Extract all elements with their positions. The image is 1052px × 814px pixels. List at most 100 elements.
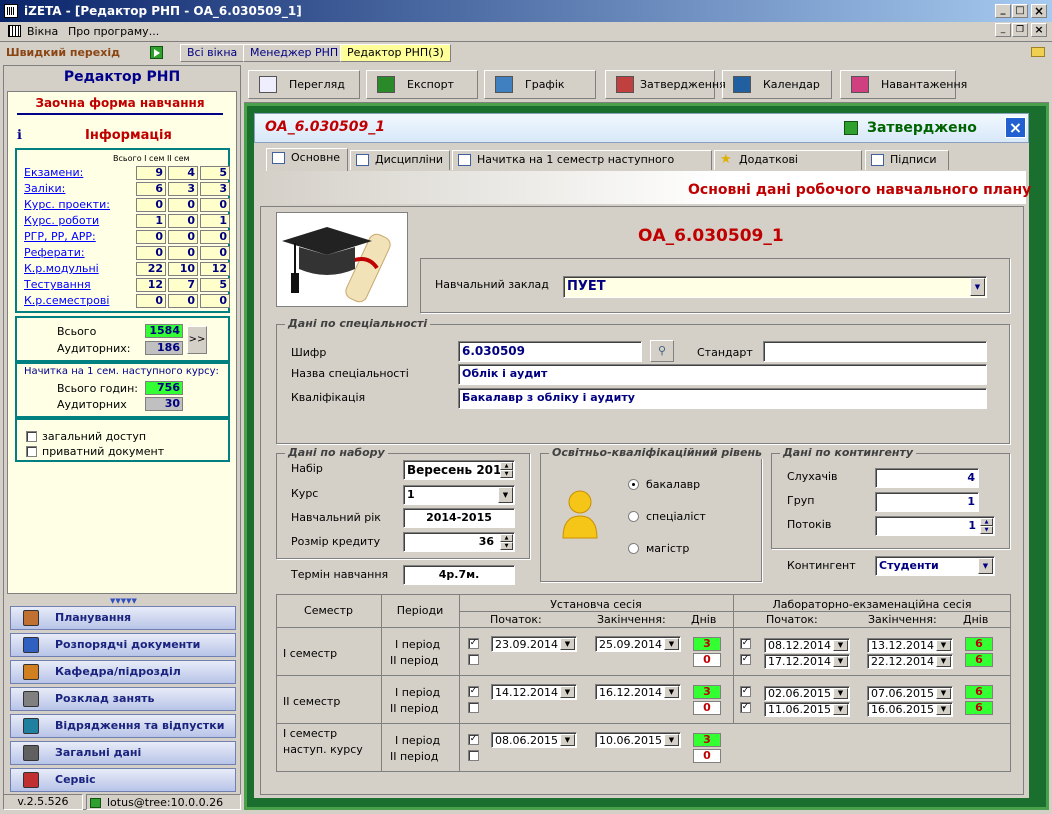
- specname-field[interactable]: Облік і аудит: [458, 364, 987, 385]
- credit-spinner[interactable]: 36 ▲ ▼: [403, 532, 515, 552]
- doc-close-button[interactable]: ×: [1005, 117, 1026, 138]
- chevron-down-icon[interactable]: ▼: [498, 487, 513, 503]
- nav-button-6[interactable]: Сервіс: [10, 768, 236, 792]
- chevron-down-icon[interactable]: ▼: [936, 688, 951, 699]
- setup-p1-checkbox[interactable]: ✓: [468, 686, 479, 697]
- chevron-down-icon[interactable]: ▼: [970, 278, 985, 296]
- doc-tab-1[interactable]: Дисципліни: [350, 150, 450, 170]
- chevron-down-icon[interactable]: ▼: [833, 704, 848, 715]
- public-checkbox[interactable]: [26, 431, 37, 442]
- qualification-field[interactable]: Бакалавр з обліку і аудиту: [458, 388, 987, 409]
- lab-start-date-p2[interactable]: 11.06.2015 ▼: [764, 702, 850, 717]
- chevron-down-icon[interactable]: ▼: [664, 734, 679, 746]
- intake-spinner[interactable]: Вересень 2014 ▲ ▼: [403, 460, 515, 480]
- chevron-down-icon[interactable]: ▼: [936, 640, 951, 651]
- course-select[interactable]: 1 ▼: [403, 485, 515, 505]
- lab-end-date-p1[interactable]: 13.12.2014 ▼: [867, 638, 953, 653]
- doc-tab-0[interactable]: Основне: [266, 148, 348, 171]
- lab-start-date-p2[interactable]: 17.12.2014 ▼: [764, 654, 850, 669]
- info-row-label[interactable]: К.р.модульні: [24, 262, 99, 275]
- setup-start-date[interactable]: 23.09.2014 ▼: [491, 636, 577, 652]
- year-field[interactable]: 2014-2015: [403, 508, 515, 528]
- toolbar-button-4[interactable]: Календар: [722, 70, 832, 99]
- doc-tab-3[interactable]: ★ Додаткові відомості: [714, 150, 862, 184]
- setup-end-date[interactable]: 16.12.2014 ▼: [595, 684, 681, 700]
- chevron-down-icon[interactable]: ▼: [664, 638, 679, 650]
- private-checkbox[interactable]: [26, 446, 37, 457]
- setup-p1-checkbox[interactable]: ✓: [468, 638, 479, 649]
- toolbar-button-3[interactable]: Затвердження: [605, 70, 726, 99]
- setup-start-date[interactable]: 14.12.2014 ▼: [491, 684, 577, 700]
- splitter-handle[interactable]: ▼▼▼▼▼: [110, 597, 137, 605]
- lab-end-date-p2[interactable]: 22.12.2014 ▼: [867, 654, 953, 669]
- students-field[interactable]: 4: [875, 468, 979, 488]
- toolbar-button-0[interactable]: Перегляд: [248, 70, 360, 99]
- cipher-field[interactable]: 6.030509: [458, 341, 642, 362]
- tab-all-windows[interactable]: Всі вікна: [180, 44, 245, 62]
- setup-end-date[interactable]: 10.06.2015 ▼: [595, 732, 681, 748]
- setup-p2-checkbox[interactable]: [468, 702, 479, 713]
- spinner-arrows-icon[interactable]: ▲ ▼: [500, 534, 513, 550]
- nav-button-5[interactable]: Загальні дані: [10, 741, 236, 765]
- lab-end-date-p1[interactable]: 07.06.2015 ▼: [867, 686, 953, 701]
- level-specialist-radio[interactable]: [628, 511, 639, 522]
- info-row-label[interactable]: Реферати:: [24, 246, 85, 259]
- setup-start-date[interactable]: 08.06.2015 ▼: [491, 732, 577, 748]
- lab-start-date-p1[interactable]: 02.06.2015 ▼: [764, 686, 850, 701]
- contingent-select[interactable]: Студенти ▼: [875, 556, 995, 576]
- lab-end-date-p2[interactable]: 16.06.2015 ▼: [867, 702, 953, 717]
- setup-p2-checkbox[interactable]: [468, 750, 479, 761]
- doc-tab-2[interactable]: Начитка на 1 семестр наступного курсу: [452, 150, 712, 184]
- info-row-label[interactable]: Курс. роботи: [24, 214, 99, 227]
- lab-p1-checkbox[interactable]: ✓: [740, 638, 751, 649]
- info-row-label[interactable]: Тестування: [24, 278, 91, 291]
- info-row-label[interactable]: Заліки:: [24, 182, 65, 195]
- info-row-label[interactable]: РГР, РР, АРР:: [24, 230, 96, 243]
- institution-select[interactable]: ПУЕТ ▼: [563, 276, 987, 298]
- menu-about[interactable]: Про програму...: [68, 25, 159, 38]
- pick-cipher-button[interactable]: ⚲: [650, 340, 674, 362]
- chevron-down-icon[interactable]: ▼: [833, 688, 848, 699]
- nav-button-3[interactable]: Розклад занять: [10, 687, 236, 711]
- lab-p2-checkbox[interactable]: ✓: [740, 654, 751, 665]
- setup-p1-checkbox[interactable]: ✓: [468, 734, 479, 745]
- lab-start-date-p1[interactable]: 08.12.2014 ▼: [764, 638, 850, 653]
- term-field[interactable]: 4р.7м.: [403, 565, 515, 585]
- tab-rnp-manager[interactable]: Менеджер РНП: [243, 44, 346, 62]
- info-row-label[interactable]: Курс. проекти:: [24, 198, 110, 211]
- mdi-restore-button[interactable]: ❐: [1012, 23, 1028, 37]
- chevron-down-icon[interactable]: ▼: [978, 558, 993, 574]
- nav-button-4[interactable]: Відрядження та відпустки: [10, 714, 236, 738]
- chevron-down-icon[interactable]: ▼: [560, 686, 575, 698]
- nav-button-0[interactable]: Планування: [10, 606, 236, 630]
- chevron-down-icon[interactable]: ▼: [833, 640, 848, 651]
- toolbar-button-5[interactable]: Навантаження: [840, 70, 967, 99]
- chevron-down-icon[interactable]: ▼: [936, 656, 951, 667]
- setup-end-date[interactable]: 25.09.2014 ▼: [595, 636, 681, 652]
- go-button[interactable]: [150, 46, 163, 59]
- setup-p2-checkbox[interactable]: [468, 654, 479, 665]
- info-row-label[interactable]: Екзамени:: [24, 166, 83, 179]
- tab-rnp-editor[interactable]: Редактор РНП(3): [340, 44, 451, 62]
- toolbar-button-1[interactable]: Експорт: [366, 70, 478, 99]
- doc-tab-4[interactable]: Підписи: [865, 150, 949, 170]
- toolbar-button-2[interactable]: Графік: [484, 70, 596, 99]
- chevron-down-icon[interactable]: ▼: [833, 656, 848, 667]
- lab-p2-checkbox[interactable]: ✓: [740, 702, 751, 713]
- menu-windows[interactable]: Вікна: [27, 25, 58, 38]
- folder-icon[interactable]: [1031, 47, 1045, 57]
- chevron-down-icon[interactable]: ▼: [664, 686, 679, 698]
- mdi-close-button[interactable]: ×: [1031, 23, 1047, 37]
- maximize-button[interactable]: □: [1012, 4, 1028, 18]
- spinner-arrows-icon[interactable]: ▲ ▼: [980, 518, 993, 534]
- nav-button-1[interactable]: Розпорядчі документи: [10, 633, 236, 657]
- minimize-button[interactable]: _: [995, 4, 1011, 18]
- more-button[interactable]: >>: [187, 326, 207, 354]
- close-button[interactable]: ×: [1031, 4, 1047, 18]
- info-row-label[interactable]: К.р.семестрові: [24, 294, 109, 307]
- nav-button-2[interactable]: Кафедра/підрозділ: [10, 660, 236, 684]
- streams-spinner[interactable]: 1 ▲ ▼: [875, 516, 995, 536]
- groups-field[interactable]: 1: [875, 492, 979, 512]
- lab-p1-checkbox[interactable]: ✓: [740, 686, 751, 697]
- level-bachelor-radio[interactable]: [628, 479, 639, 490]
